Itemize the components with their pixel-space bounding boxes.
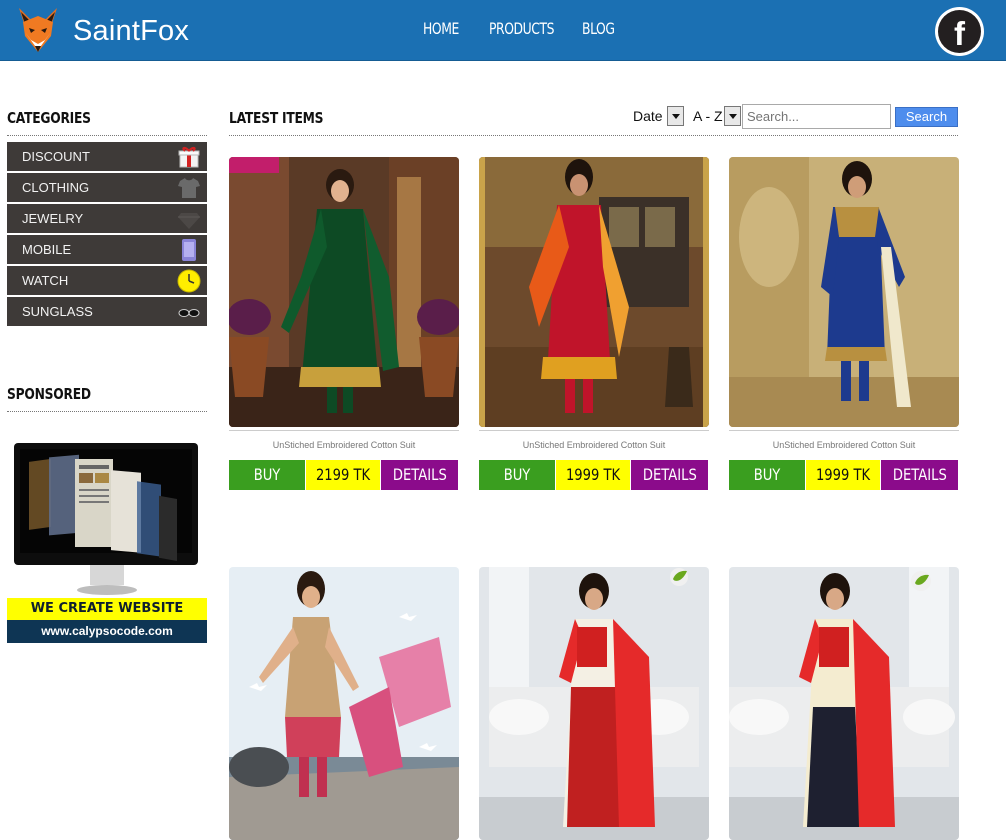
search-input[interactable] [742, 104, 891, 129]
details-button[interactable]: DETAILS [881, 460, 958, 490]
category-label: DISCOUNT [22, 149, 90, 164]
divider [729, 430, 959, 431]
clock-icon [177, 269, 201, 293]
nav-products[interactable]: PRODUCTS [489, 19, 554, 38]
phone-icon [182, 239, 196, 261]
buy-now-label: BUY NOW [750, 465, 784, 514]
product-caption: UnStiched Embroidered Cotton Suit [772, 440, 916, 450]
fox-logo-icon[interactable] [17, 6, 59, 56]
details-label: DETAILS [642, 465, 697, 484]
product-image[interactable] [729, 567, 959, 840]
brand-name[interactable]: SaintFox [73, 15, 189, 48]
buy-now-label: BUY NOW [500, 465, 534, 514]
price-label: 1999 TK [565, 465, 621, 484]
product-image[interactable] [479, 567, 709, 840]
divider [229, 430, 459, 431]
category-label: CLOTHING [22, 180, 90, 195]
category-clothing[interactable]: CLOTHING [7, 173, 207, 203]
price-tag: 2199 TK [306, 460, 380, 490]
price-tag: 1999 TK [806, 460, 880, 490]
sponsored-banner[interactable]: WE CREATE WEBSITE www.calypsocode.com [7, 443, 207, 643]
category-label: SUNGLASS [22, 304, 93, 319]
buy-now-label: BUY NOW [250, 465, 284, 514]
divider [229, 135, 958, 136]
category-sunglass[interactable]: SUNGLASS [7, 297, 207, 327]
category-label: JEWELRY [22, 211, 84, 226]
divider [7, 411, 207, 412]
facebook-icon[interactable]: f [935, 7, 984, 56]
product-image[interactable] [729, 157, 959, 427]
product-image[interactable] [229, 157, 459, 427]
details-button[interactable]: DETAILS [631, 460, 708, 490]
product-caption: UnStiched Embroidered Cotton Suit [272, 440, 416, 450]
category-label: MOBILE [22, 242, 72, 257]
category-watch[interactable]: WATCH [7, 266, 207, 296]
price-label: 2199 TK [315, 465, 371, 484]
category-mobile[interactable]: MOBILE [7, 235, 207, 265]
details-label: DETAILS [392, 465, 447, 484]
sort-date-dropdown[interactable] [667, 106, 684, 126]
product-caption: UnStiched Embroidered Cotton Suit [522, 440, 666, 450]
buy-now-button[interactable]: BUY NOW [229, 460, 305, 514]
details-button[interactable]: DETAILS [381, 460, 458, 490]
nav-home[interactable]: HOME [423, 19, 459, 38]
site-header: SaintFox HOME PRODUCTS BLOG f [0, 0, 1006, 61]
search-button[interactable]: Search [895, 107, 958, 127]
price-tag: 1999 TK [556, 460, 630, 490]
tshirt-icon [178, 178, 200, 198]
product-image[interactable] [229, 567, 459, 840]
sort-az-dropdown[interactable] [724, 106, 741, 126]
category-discount[interactable]: DISCOUNT [7, 142, 207, 172]
details-label: DETAILS [892, 465, 947, 484]
banner-url: www.calypsocode.com [41, 624, 173, 638]
sponsored-title: SPONSORED [7, 385, 91, 403]
gift-icon [178, 147, 200, 168]
buy-now-button[interactable]: BUY NOW [479, 460, 555, 514]
divider [479, 430, 709, 431]
categories-title: CATEGORIES [7, 109, 91, 127]
latest-items-title: LATEST ITEMS [229, 109, 324, 127]
price-label: 1999 TK [815, 465, 871, 484]
product-image[interactable] [479, 157, 709, 427]
nav-blog[interactable]: BLOG [582, 19, 615, 38]
sunglasses-icon [178, 309, 200, 317]
category-label: WATCH [22, 273, 69, 288]
buy-now-button[interactable]: BUY NOW [729, 460, 805, 514]
sort-az-label: A - Z [693, 108, 723, 124]
divider [7, 135, 207, 136]
diamond-icon [178, 213, 200, 229]
banner-headline: WE CREATE WEBSITE [30, 601, 184, 616]
facebook-letter: f [938, 10, 981, 53]
sort-date-label: Date [633, 108, 663, 124]
category-jewelry[interactable]: JEWELRY [7, 204, 207, 234]
